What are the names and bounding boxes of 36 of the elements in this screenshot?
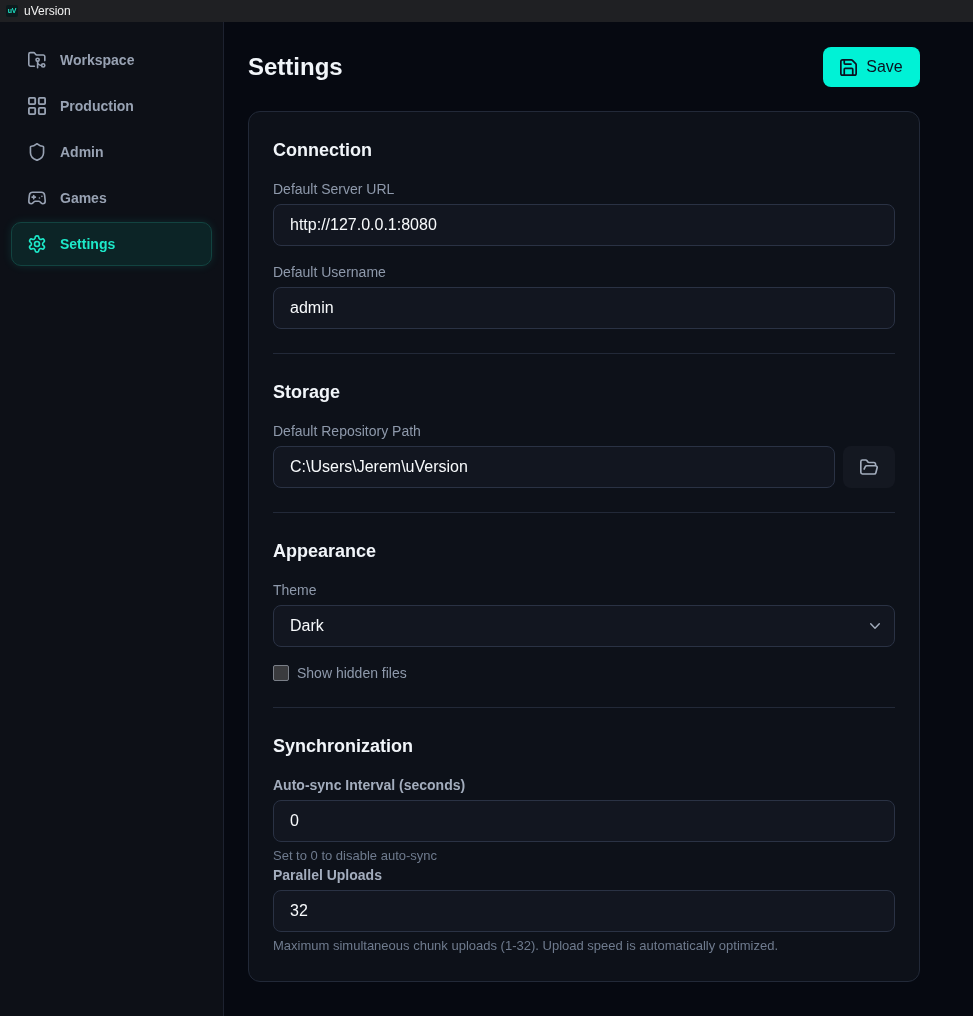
grid-icon bbox=[28, 97, 46, 115]
sidebar-item[interactable]: Production bbox=[11, 84, 212, 128]
window-title: uVersion bbox=[24, 4, 71, 18]
sidebar-item[interactable]: Admin bbox=[11, 130, 212, 174]
number-field[interactable]: 0 bbox=[273, 800, 895, 842]
section-heading: Appearance bbox=[273, 540, 378, 563]
field-hint: Set to 0 to disable auto-sync bbox=[273, 847, 439, 865]
field-hint: Maximum simultaneous chunk uploads (1-32). Upload speed is automatically optimized. bbox=[273, 937, 780, 955]
text-field[interactable]: http://127.0.0.1:8080 bbox=[273, 204, 895, 246]
checkbox-label: Show hidden files bbox=[297, 665, 407, 681]
field-label: Default Server URL bbox=[273, 180, 396, 199]
folder-icon bbox=[860, 459, 878, 475]
field-label: Auto-sync Interval (seconds) bbox=[273, 776, 467, 795]
browse-button[interactable] bbox=[843, 446, 895, 488]
save-button[interactable]: Save bbox=[823, 47, 920, 87]
settings-icon bbox=[28, 235, 46, 253]
section-heading: Connection bbox=[273, 139, 373, 162]
number-field[interactable]: 32 bbox=[273, 890, 895, 932]
sidebar-item[interactable]: Settings bbox=[11, 222, 212, 266]
field-label: Theme bbox=[273, 581, 318, 600]
field-label: Default Username bbox=[273, 263, 387, 282]
field-label: Parallel Uploads bbox=[273, 866, 383, 885]
section-heading: Synchronization bbox=[273, 735, 414, 758]
path-field[interactable]: C:\Users\Jerem\uVersion bbox=[273, 446, 835, 488]
field-label: Default Repository Path bbox=[273, 422, 422, 441]
chevron-down-icon bbox=[870, 623, 880, 629]
select-field[interactable]: Dark bbox=[273, 605, 895, 647]
sidebar-item[interactable]: Games bbox=[11, 176, 212, 220]
sidebar-item[interactable]: Workspace bbox=[11, 38, 212, 82]
gamepad-icon bbox=[28, 189, 46, 207]
folder-branch-icon bbox=[28, 51, 46, 69]
shield-icon bbox=[28, 143, 46, 161]
checkbox[interactable] bbox=[273, 665, 289, 681]
page-title: Settings bbox=[248, 53, 343, 81]
section-heading: Storage bbox=[273, 381, 342, 404]
text-field[interactable]: admin bbox=[273, 287, 895, 329]
